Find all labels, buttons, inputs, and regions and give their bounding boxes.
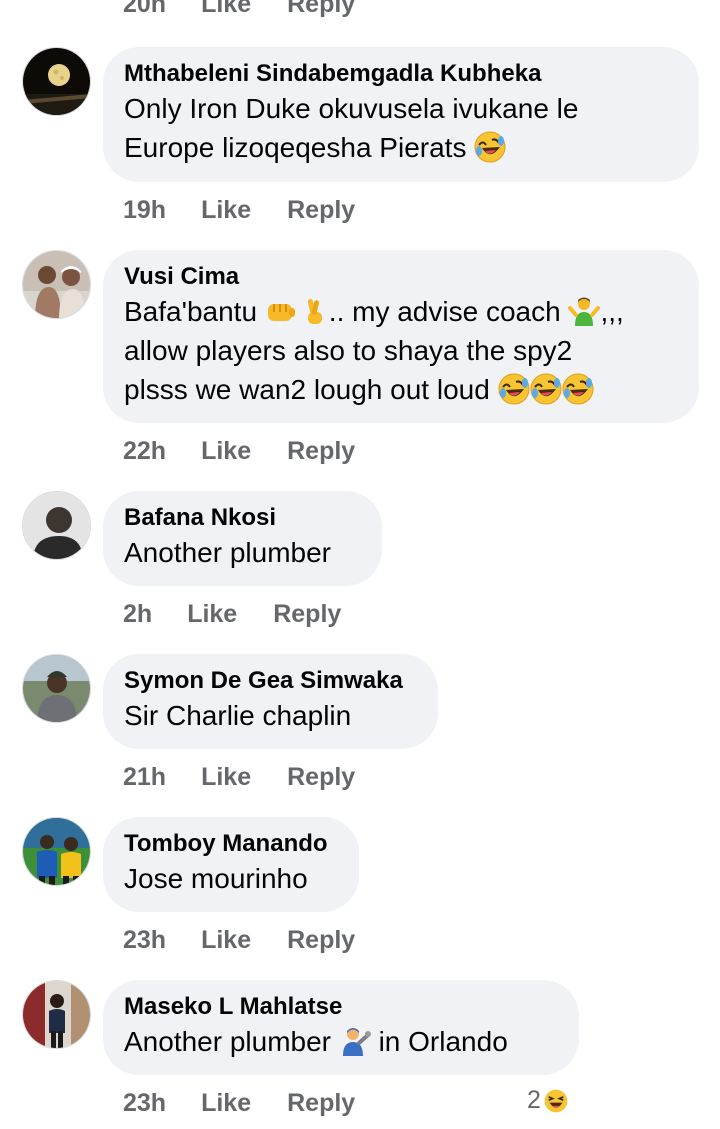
comment-line: allow players also to shaya the spy2 bbox=[124, 335, 573, 366]
comment-line-wrap: Bafa'bantu .. my advise coach ,,, bbox=[124, 292, 677, 331]
comment-line: plsss we wan2 lough out loud bbox=[124, 374, 490, 405]
comment-line: .. my advise coach bbox=[328, 296, 561, 327]
comment-line: Another plumber bbox=[124, 537, 332, 568]
avatar[interactable] bbox=[22, 491, 91, 560]
haha-reaction-icon bbox=[542, 1087, 569, 1114]
comment-text: Another plumber bbox=[124, 533, 360, 572]
rolling-on-floor-laughing-emoji bbox=[498, 373, 530, 405]
reply-link[interactable]: Reply bbox=[273, 600, 341, 629]
like-link[interactable]: Like bbox=[201, 196, 251, 225]
comment-line: Bafa'bantu bbox=[124, 296, 258, 327]
like-link[interactable]: Like bbox=[201, 437, 251, 466]
reaction-count: 2 bbox=[527, 1086, 541, 1114]
reaction-summary[interactable]: 2 bbox=[527, 1086, 569, 1115]
comment-line: in Orlando bbox=[378, 1026, 508, 1057]
comment-actions: 21h Like Reply bbox=[123, 761, 355, 793]
reply-link[interactable]: Reply bbox=[287, 437, 355, 466]
comment-line: Another plumber bbox=[124, 1026, 332, 1057]
commenter-name[interactable]: Bafana Nkosi bbox=[124, 503, 360, 533]
reply-link[interactable]: Reply bbox=[287, 926, 355, 955]
rolling-on-floor-laughing-emoji bbox=[562, 373, 594, 405]
comment-actions: 23h Like Reply bbox=[123, 1087, 355, 1119]
comment-timestamp: 23h bbox=[123, 925, 167, 954]
avatar[interactable] bbox=[22, 817, 91, 886]
commenter-name[interactable]: Tomboy Manando bbox=[124, 829, 337, 859]
like-link[interactable]: Like bbox=[201, 763, 251, 792]
comment-text: Sir Charlie chaplin bbox=[124, 696, 416, 735]
comment-text: Another plumber in Orlando bbox=[124, 1022, 557, 1061]
comment-actions: 23h Like Reply bbox=[123, 924, 355, 956]
comment-timestamp: 21h bbox=[123, 762, 167, 791]
avatar[interactable] bbox=[22, 980, 91, 1049]
comment-line: Jose mourinho bbox=[124, 863, 308, 894]
comment-line: Sir Charlie chaplin bbox=[124, 700, 352, 731]
avatar[interactable] bbox=[22, 47, 91, 116]
like-link[interactable]: Like bbox=[201, 1089, 251, 1118]
comment-bubble: Vusi Cima Bafa'bantu .. my advise coach … bbox=[103, 250, 699, 423]
rolling-on-floor-laughing-emoji bbox=[474, 131, 506, 163]
comment-bubble: Bafana Nkosi Another plumber bbox=[103, 491, 382, 586]
comment-line: Europe lizoqeqesha Pierats bbox=[124, 132, 467, 163]
like-link[interactable]: Like bbox=[187, 600, 237, 629]
like-link[interactable]: Like bbox=[201, 0, 251, 19]
commenter-name[interactable]: Maseko L Mahlatse bbox=[124, 992, 557, 1022]
comment-line-wrap: Another plumber in Orlando bbox=[124, 1022, 557, 1061]
comment-line-wrap: plsss we wan2 lough out loud bbox=[124, 370, 677, 409]
like-link[interactable]: Like bbox=[201, 926, 251, 955]
previous-comment-actions: 20h Like Reply bbox=[123, 0, 355, 20]
comment-text: Only Iron Duke okuvusela ivukane le Euro… bbox=[124, 89, 677, 167]
comment-timestamp: 2h bbox=[123, 599, 153, 628]
reply-link[interactable]: Reply bbox=[287, 196, 355, 225]
comment-line: ,,, bbox=[600, 296, 624, 327]
avatar[interactable] bbox=[22, 250, 91, 319]
reply-link[interactable]: Reply bbox=[287, 1089, 355, 1118]
comment-timestamp: 19h bbox=[123, 195, 167, 224]
comment-actions: 2h Like Reply bbox=[123, 598, 341, 630]
comment-timestamp: 23h bbox=[123, 1088, 167, 1117]
commenter-name[interactable]: Symon De Gea Simwaka bbox=[124, 666, 416, 696]
comment-line: Only Iron Duke okuvusela ivukane le bbox=[124, 93, 579, 124]
reply-link[interactable]: Reply bbox=[287, 763, 355, 792]
person-shrugging-emoji bbox=[568, 295, 600, 327]
avatar[interactable] bbox=[22, 654, 91, 723]
reply-link[interactable]: Reply bbox=[287, 0, 355, 19]
comment-bubble: Maseko L Mahlatse Another plumber in Orl… bbox=[103, 980, 579, 1075]
mechanic-emoji bbox=[339, 1025, 371, 1057]
commenter-name[interactable]: Mthabeleni Sindabemgadla Kubheka bbox=[124, 59, 677, 89]
comment-actions: 19h Like Reply bbox=[123, 194, 355, 226]
comment-line-wrap: Europe lizoqeqesha Pierats bbox=[124, 128, 677, 167]
comment-bubble: Symon De Gea Simwaka Sir Charlie chaplin bbox=[103, 654, 438, 749]
rolling-on-floor-laughing-emoji bbox=[530, 373, 562, 405]
commenter-name[interactable]: Vusi Cima bbox=[124, 262, 677, 292]
comment-text: Bafa'bantu .. my advise coach ,,, allow … bbox=[124, 292, 677, 409]
comment-text: Jose mourinho bbox=[124, 859, 337, 898]
comment-timestamp: 22h bbox=[123, 436, 167, 465]
comment-timestamp: 20h bbox=[123, 0, 167, 18]
comment-bubble: Mthabeleni Sindabemgadla Kubheka Only Ir… bbox=[103, 47, 699, 182]
crossed-fingers-emoji bbox=[297, 295, 329, 327]
oncoming-fist-emoji bbox=[265, 295, 297, 327]
comment-actions: 22h Like Reply bbox=[123, 435, 355, 467]
comment-bubble: Tomboy Manando Jose mourinho bbox=[103, 817, 359, 912]
